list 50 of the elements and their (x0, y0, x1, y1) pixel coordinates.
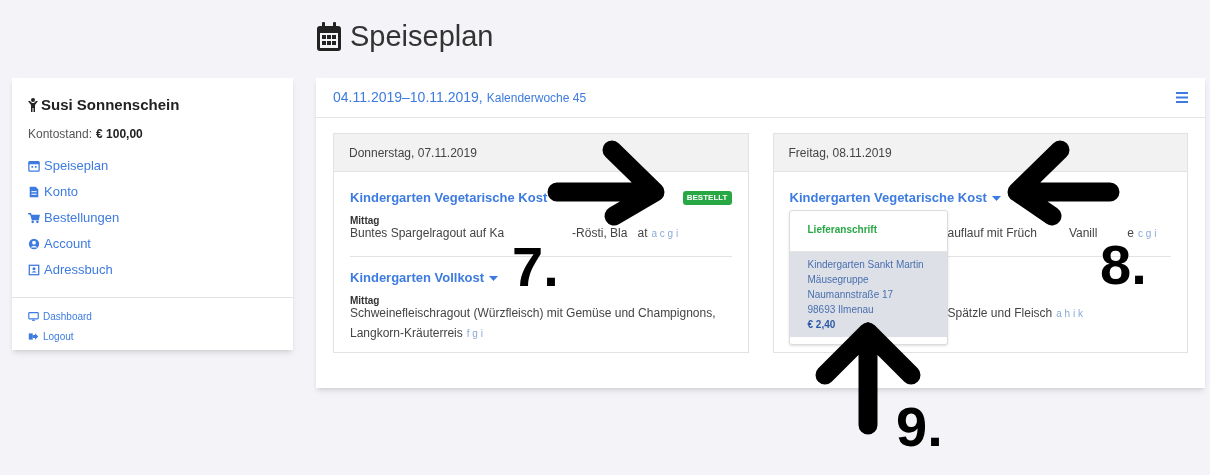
calendar-icon (28, 159, 40, 172)
calendar-icon (316, 22, 342, 52)
balance-label: Kontostand: (28, 125, 93, 143)
week-range: 04.11.2019–10.11.2019, (333, 88, 483, 107)
dish-description: -Rösti, Bla (572, 226, 628, 240)
dish-description: at a c g i (637, 226, 679, 240)
dish-description: e c g i (1127, 226, 1157, 240)
caret-icon (489, 275, 499, 281)
user-name: Susi Sonnenschein (41, 95, 180, 115)
nav-link[interactable]: Logout (28, 329, 277, 344)
price: € 2,40 (807, 318, 837, 332)
dish-dropdown[interactable]: Kindergarten Vegetarische Kost (789, 188, 1001, 208)
annotation-number: 9. (896, 404, 943, 450)
address-line: Naumannstraße 17 (807, 288, 895, 302)
document-icon (28, 185, 40, 198)
address-item[interactable]: Kindergarten Sankt Martin Mäusegruppe Naumannstraße 17 98693 Ilmenau € 2,40 (789, 252, 947, 337)
cart-icon (28, 211, 40, 224)
address-line: Mäusegruppe (807, 273, 870, 287)
contact-card-icon (28, 263, 40, 276)
dish-description: auflauf mit Früch (947, 226, 1037, 240)
annotation-number: 7. (512, 244, 559, 290)
user-icon (28, 237, 40, 250)
dish-description: Schweinefleischragout (Würzfleisch) mit Gemüse und Champignons, Langkorn-Kräuterreis f g i (350, 306, 716, 340)
nav-link[interactable]: Dashboard (28, 309, 277, 324)
dish-dropdown[interactable]: Kindergarten Vegetarische Kost (350, 188, 562, 208)
dish-dropdown[interactable]: Kindergarten Vollkost (350, 268, 499, 288)
day-date: Donnerstag, 07.11.2019 (349, 144, 477, 162)
status-badge: BESTELLT (682, 191, 732, 205)
day-date: Freitag, 08.11.2019 (788, 144, 892, 162)
meal-label: Mittag (350, 215, 380, 226)
monitor-icon (28, 311, 39, 322)
week-number: Kalenderwoche 45 (486, 90, 587, 107)
nav-link[interactable]: Account (28, 234, 277, 253)
dish-description: Vanill (1068, 226, 1098, 240)
menu-icon[interactable] (1176, 92, 1188, 103)
nav-link[interactable]: Bestellungen (28, 208, 277, 227)
annotation-number: 8. (1100, 242, 1147, 288)
dish-description: Buntes Spargelragout auf Ka (350, 226, 505, 240)
balance-value: € 100,00 (96, 125, 143, 143)
nav-link[interactable]: Adressbuch (28, 260, 277, 279)
nav-link[interactable]: Konto (28, 182, 277, 201)
address-line: 98693 Ilmenau (807, 303, 875, 317)
dish-description: Spätzle und Fleisch a h i k (947, 306, 1083, 320)
caret-icon (991, 195, 1001, 201)
child-icon (28, 98, 38, 113)
nav-link[interactable]: Speiseplan (28, 156, 277, 175)
logout-icon (28, 331, 39, 342)
meal-label: Mittag (350, 295, 380, 306)
address-line: Kindergarten Sankt Martin (807, 258, 925, 272)
page-title: Speiseplan (350, 19, 494, 55)
